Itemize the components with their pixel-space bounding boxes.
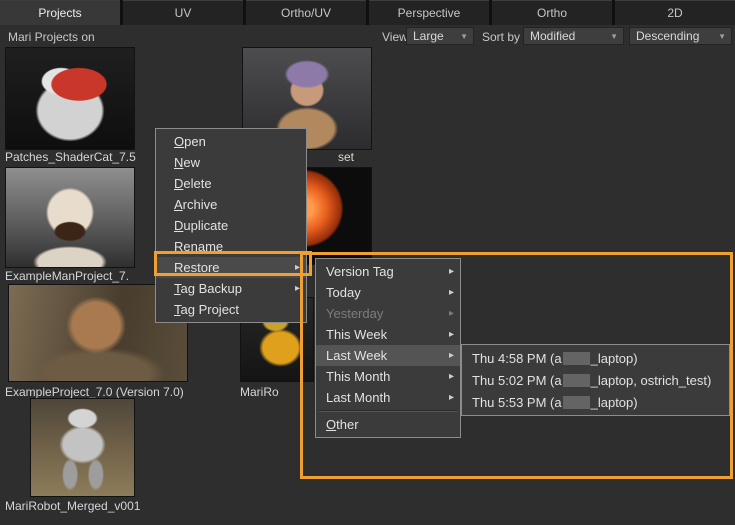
submenu-arrow-icon: ▸ — [449, 308, 454, 319]
menu-item-label: This Month — [326, 369, 390, 384]
menu-item-label: Tag Project — [174, 302, 239, 317]
menu-item-label: Last Week — [326, 348, 387, 363]
redaction-box — [563, 374, 590, 387]
menu-item-label: Tag Backup — [174, 281, 242, 296]
submenu-item-last-week[interactable]: Last Week ▸ — [316, 345, 460, 366]
tab-label: Projects — [38, 6, 81, 20]
menu-item-label: Last Month — [326, 390, 390, 405]
tab-label: 2D — [667, 6, 682, 20]
view-size-dropdown[interactable]: Large ▼ — [406, 27, 474, 45]
tab-label: Perspective — [398, 6, 461, 20]
context-menu: Open New Delete Archive Duplicate Rename… — [155, 128, 307, 323]
backup-item[interactable]: Thu 4:58 PM (a _laptop) — [462, 347, 729, 369]
projects-on-label: Mari Projects on — [8, 30, 95, 44]
backup-item-text: _laptop) — [591, 351, 638, 366]
chevron-down-icon: ▼ — [610, 32, 618, 41]
chevron-down-icon: ▼ — [460, 32, 468, 41]
sort-order-value: Descending — [636, 29, 699, 43]
menu-item-new[interactable]: New — [156, 152, 306, 173]
submenu-arrow-icon: ▸ — [449, 392, 454, 403]
view-label: View — [382, 30, 408, 44]
submenu-arrow-icon: ▸ — [449, 329, 454, 340]
menu-item-label: New — [174, 155, 200, 170]
menu-item-open[interactable]: Open — [156, 131, 306, 152]
menu-item-label: Rename — [174, 239, 223, 254]
redaction-box — [563, 396, 590, 409]
tab-projects[interactable]: Projects — [0, 0, 120, 25]
view-size-value: Large — [413, 29, 444, 43]
submenu-arrow-icon: ▸ — [449, 266, 454, 277]
sort-by-label: Sort by — [482, 30, 520, 44]
tab-2d[interactable]: 2D — [615, 0, 735, 25]
submenu-arrow-icon: ▸ — [449, 287, 454, 298]
menu-item-label: Today — [326, 285, 361, 300]
submenu-item-today[interactable]: Today ▸ — [316, 282, 460, 303]
project-thumbnail-exampleman[interactable] — [5, 167, 135, 268]
menu-item-label: Other — [326, 417, 359, 432]
tab-label: UV — [175, 6, 192, 20]
menu-item-label: Open — [174, 134, 206, 149]
menu-item-archive[interactable]: Archive — [156, 194, 306, 215]
submenu-item-this-month[interactable]: This Month ▸ — [316, 366, 460, 387]
submenu-item-last-month[interactable]: Last Month ▸ — [316, 387, 460, 408]
menu-item-restore[interactable]: Restore ▸ — [156, 257, 306, 278]
menu-item-label: Archive — [174, 197, 217, 212]
submenu-arrow-icon: ▸ — [295, 283, 300, 294]
tab-perspective[interactable]: Perspective — [369, 0, 489, 25]
backup-item[interactable]: Thu 5:02 PM (a _laptop, ostrich_test) — [462, 369, 729, 391]
menu-item-label: Duplicate — [174, 218, 228, 233]
menu-item-label: This Week — [326, 327, 387, 342]
submenu-arrow-icon: ▸ — [295, 262, 300, 273]
menu-item-label: Version Tag — [326, 264, 394, 279]
project-caption: MariRo — [240, 385, 279, 399]
menu-item-label: Restore — [174, 260, 220, 275]
submenu-arrow-icon: ▸ — [449, 350, 454, 361]
restore-submenu: Version Tag ▸ Today ▸ Yesterday ▸ This W… — [315, 258, 461, 438]
submenu-item-this-week[interactable]: This Week ▸ — [316, 324, 460, 345]
submenu-item-other[interactable]: Other — [316, 414, 460, 435]
tab-label: Ortho/UV — [281, 6, 331, 20]
project-caption: set — [338, 150, 354, 164]
project-caption: ExampleProject_7.0 (Version 7.0) — [5, 385, 184, 399]
tab-bar: Projects UV Ortho/UV Perspective Ortho 2… — [0, 0, 735, 25]
backup-item[interactable]: Thu 5:53 PM (a _laptop) — [462, 391, 729, 413]
sort-order-dropdown[interactable]: Descending ▼ — [629, 27, 732, 45]
tab-ortho-uv[interactable]: Ortho/UV — [246, 0, 366, 25]
project-thumbnail-patches-shadercat[interactable] — [5, 47, 135, 150]
menu-item-tag-backup[interactable]: Tag Backup ▸ — [156, 278, 306, 299]
backup-item-text: Thu 4:58 PM (a — [472, 351, 562, 366]
submenu-item-version-tag[interactable]: Version Tag ▸ — [316, 261, 460, 282]
menu-item-delete[interactable]: Delete — [156, 173, 306, 194]
chevron-down-icon: ▼ — [718, 32, 726, 41]
tab-uv[interactable]: UV — [123, 0, 243, 25]
menu-item-rename[interactable]: Rename — [156, 236, 306, 257]
tab-ortho[interactable]: Ortho — [492, 0, 612, 25]
backup-item-text: Thu 5:53 PM (a — [472, 395, 562, 410]
submenu-item-yesterday[interactable]: Yesterday ▸ — [316, 303, 460, 324]
project-thumbnail-marirobot-merged[interactable] — [30, 398, 135, 497]
backup-item-text: _laptop, ostrich_test) — [591, 373, 712, 388]
backup-item-text: Thu 5:02 PM (a — [472, 373, 562, 388]
mari-projects-window: Projects UV Ortho/UV Perspective Ortho 2… — [0, 0, 735, 525]
project-caption: Patches_ShaderCat_7.5 — [5, 150, 136, 164]
sort-field-dropdown[interactable]: Modified ▼ — [523, 27, 624, 45]
project-caption: MariRobot_Merged_v001 — [5, 499, 140, 513]
project-caption: ExampleManProject_7. — [5, 269, 129, 283]
menu-item-label: Delete — [174, 176, 212, 191]
menu-separator — [319, 410, 457, 412]
tab-label: Ortho — [537, 6, 567, 20]
menu-item-tag-project[interactable]: Tag Project — [156, 299, 306, 320]
sort-field-value: Modified — [530, 29, 575, 43]
menu-item-duplicate[interactable]: Duplicate — [156, 215, 306, 236]
backup-list-menu: Thu 4:58 PM (a _laptop) Thu 5:02 PM (a _la… — [461, 344, 730, 416]
redaction-box — [563, 352, 590, 365]
backup-item-text: _laptop) — [591, 395, 638, 410]
menu-item-label: Yesterday — [326, 306, 383, 321]
submenu-arrow-icon: ▸ — [449, 371, 454, 382]
